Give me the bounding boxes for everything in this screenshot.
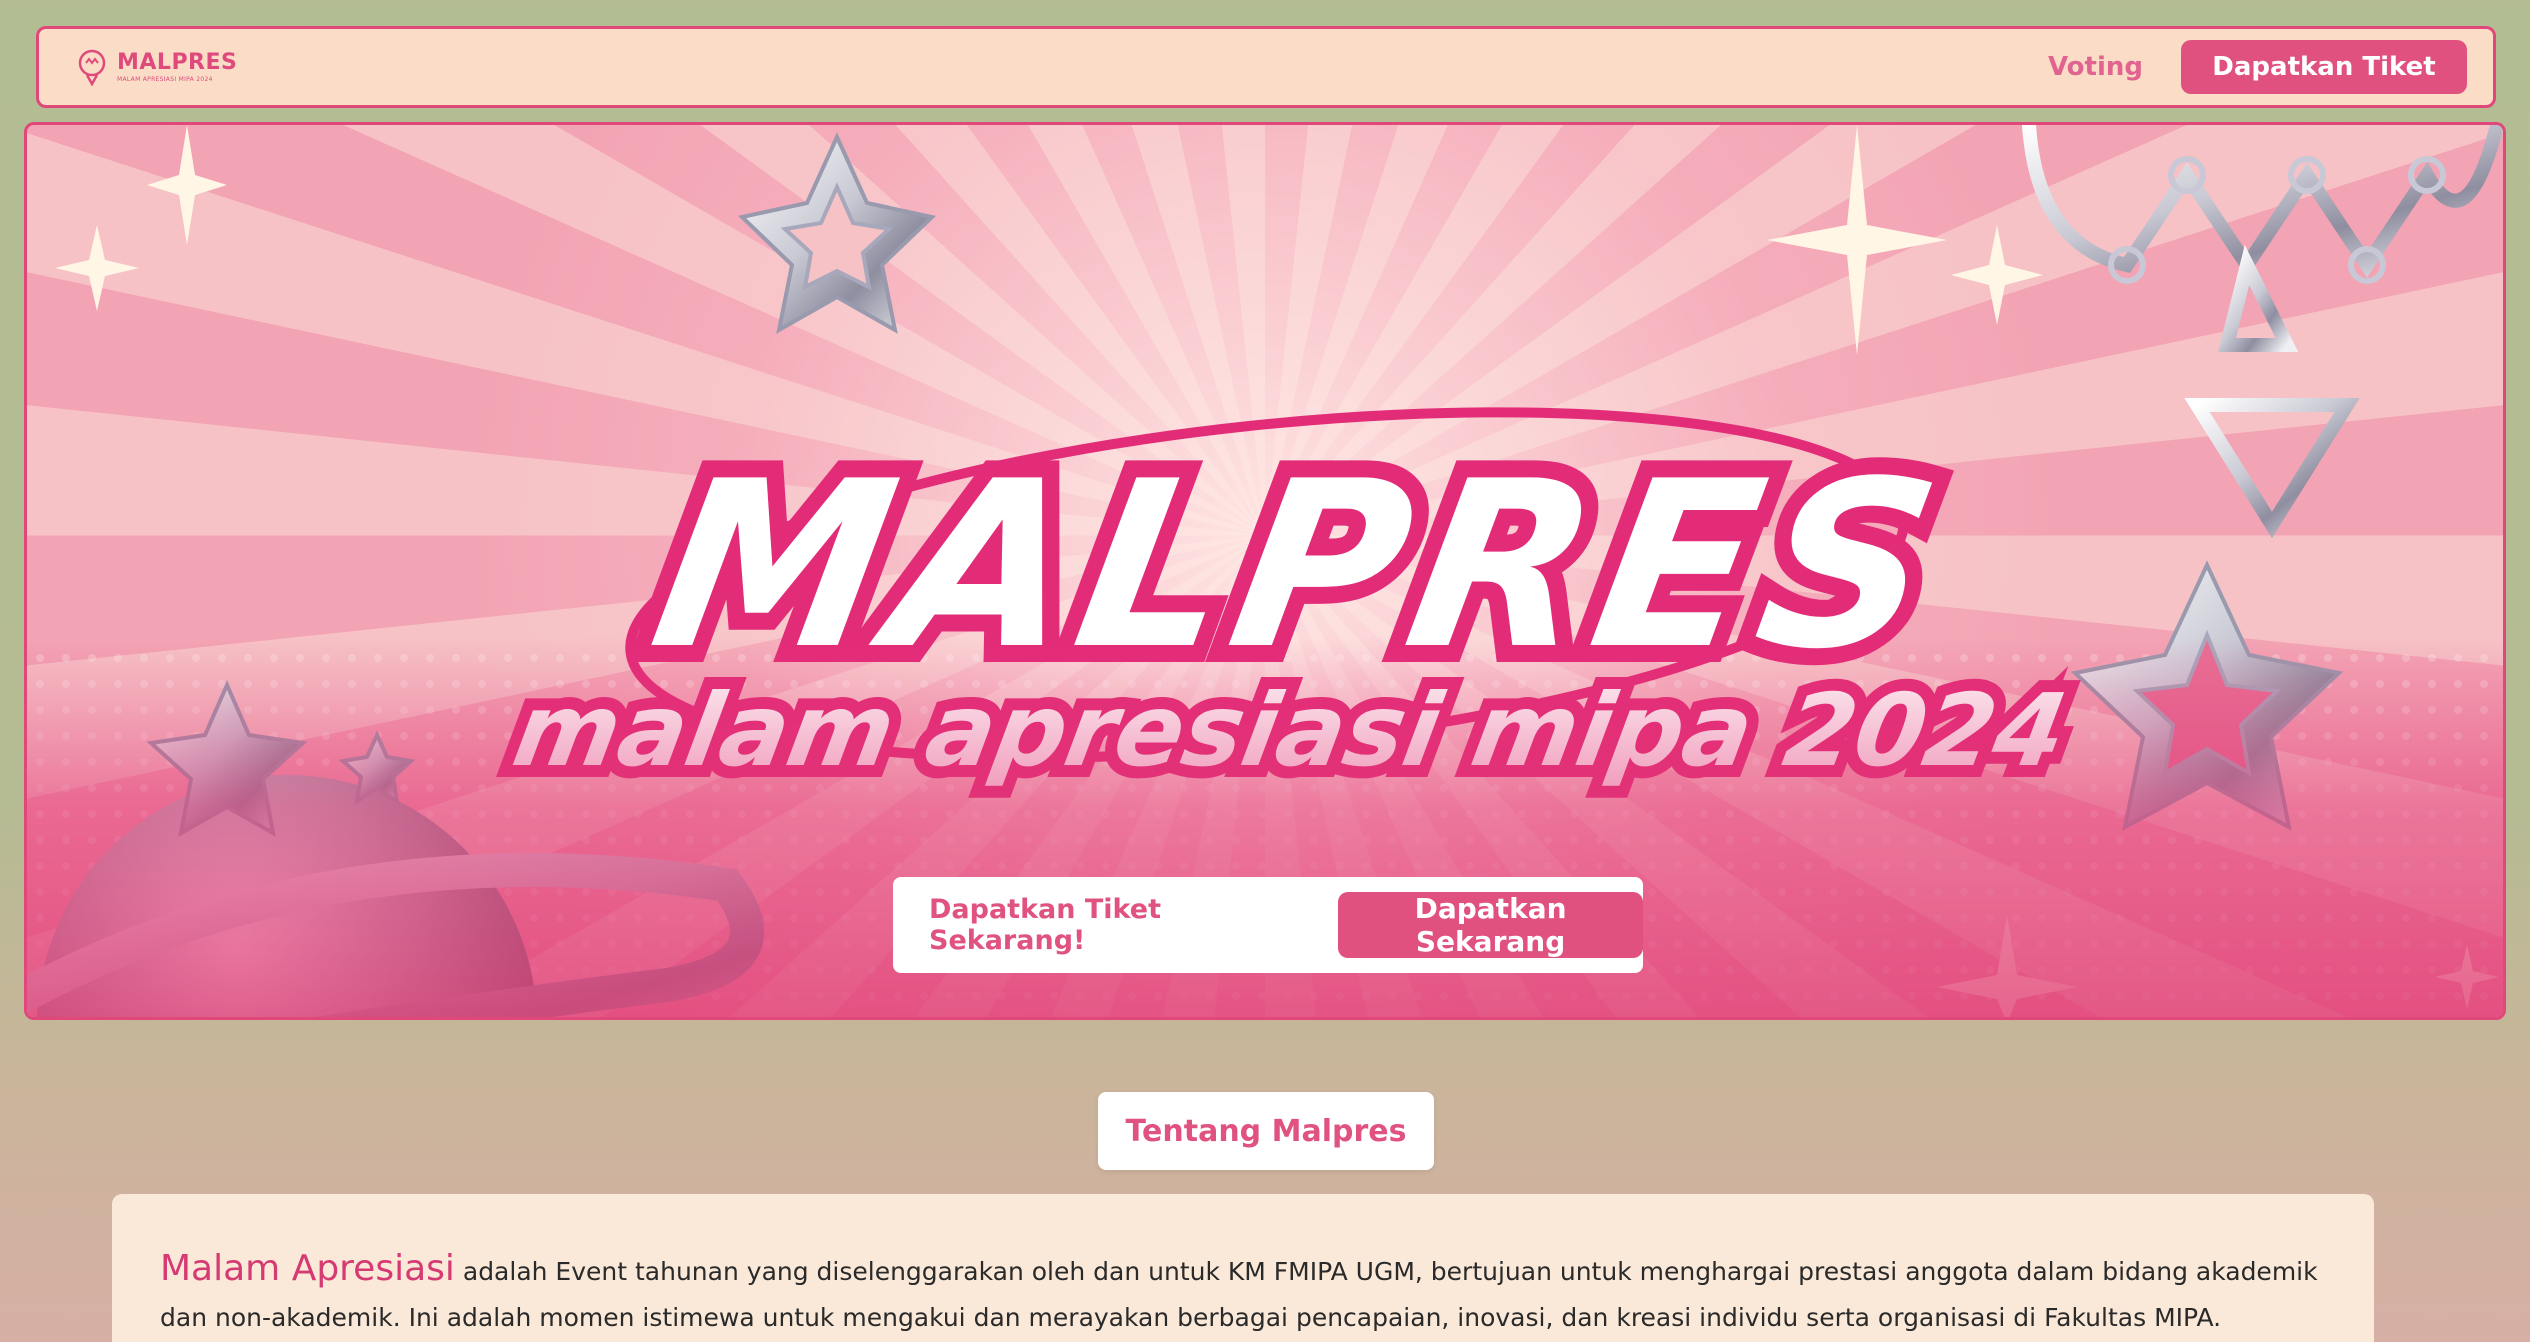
hero-cta-label: Dapatkan Tiket Sekarang!: [929, 894, 1162, 956]
chrome-star-top: [737, 132, 937, 334]
logo-icon: [78, 49, 106, 86]
voting-link[interactable]: Voting: [2048, 52, 2143, 82]
logo[interactable]: MALPRES MALAM APRESIASI MIPA 2024: [75, 48, 237, 86]
malpres-title: MALPRES malam apresiasi mipa 2024: [493, 415, 2087, 801]
chrome-emblem: [2022, 125, 2503, 539]
hero-title: MALPRES: [637, 432, 1962, 700]
hero-banner: MALPRES malam apresiasi mipa 2024 Dapatk…: [24, 122, 2506, 1020]
logo-subtitle: MALAM APRESIASI MIPA 2024: [117, 75, 213, 83]
get-ticket-button[interactable]: Dapatkan Tiket: [2181, 40, 2467, 94]
about-highlight: Malam Apresiasi: [160, 1248, 455, 1289]
navbar: MALPRES MALAM APRESIASI MIPA 2024 Voting…: [36, 26, 2496, 108]
about-title-label: Tentang Malpres: [1125, 1113, 1407, 1149]
about-card: Malam Apresiasi adalah Event tahunan yan…: [112, 1194, 2374, 1342]
about-body: adalah Event tahunan yang diselenggaraka…: [160, 1257, 2318, 1332]
hero-subtitle: malam apresiasi mipa 2024: [505, 672, 2075, 789]
logo-title: MALPRES: [117, 49, 238, 75]
about-section-title: Tentang Malpres: [1098, 1092, 1434, 1170]
about-paragraph: Malam Apresiasi adalah Event tahunan yan…: [160, 1240, 2326, 1338]
get-now-button[interactable]: Dapatkan Sekarang: [1338, 892, 1643, 958]
hero-cta-box: Dapatkan Tiket Sekarang! Dapatkan Sekara…: [893, 877, 1643, 973]
